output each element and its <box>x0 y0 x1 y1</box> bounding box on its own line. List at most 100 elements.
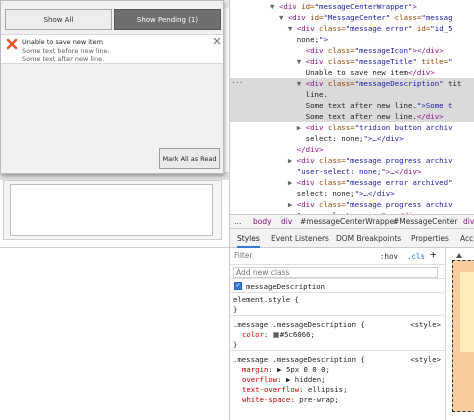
collapse-triangle-icon[interactable]: ▼ <box>270 2 279 11</box>
tab-dom-breakpoints[interactable]: DOM Breakpoints <box>336 229 401 248</box>
dom-node-line[interactable]: ▼ <div class="messageDescription" tit <box>230 78 474 89</box>
background-panel <box>3 180 222 240</box>
breadcrumb-ellipsis[interactable]: … <box>234 215 242 229</box>
dom-node-markup: <div class="messageDescription" tit <box>305 79 462 88</box>
show-all-button[interactable]: Show All <box>5 9 112 30</box>
breadcrumb-body[interactable]: body <box>253 215 272 229</box>
white-space-property-name: white-space <box>242 395 291 404</box>
dom-node-line[interactable]: ▼ <div id="MessageCenter" class="messag <box>230 12 474 23</box>
breadcrumb-message-center-wrapper[interactable]: #messageCenterWrapper <box>300 215 397 229</box>
add-class-row <box>230 265 445 279</box>
tab-event-listeners[interactable]: Event Listeners <box>271 229 329 248</box>
layout-rule-source[interactable]: <style> <box>410 355 441 365</box>
overflow-property-name: overflow <box>242 375 278 384</box>
dom-node-line[interactable]: Some text after new line.</div> <box>230 111 474 122</box>
dom-node-line[interactable]: ▶ <div class="message progress archiv <box>230 155 474 166</box>
layout-rule-selector[interactable]: .message .messageDescription { <box>233 355 365 365</box>
tab-styles[interactable]: Styles <box>237 229 260 248</box>
white-space-declaration[interactable]: white-space: pre-wrap; <box>242 395 339 405</box>
dom-node-markup: <div class="message progress archiv <box>296 156 453 165</box>
color-declaration[interactable]: color: #5c6066; <box>242 330 315 340</box>
show-pending-button[interactable]: Show Pending (1) <box>114 9 221 30</box>
dom-node-line[interactable]: select: none;">…</div> <box>230 133 474 144</box>
dom-node-markup: none;"> <box>296 35 328 44</box>
collapse-triangle-icon[interactable]: ▼ <box>297 57 306 66</box>
dom-node-line[interactable]: ▶ <div class="message progress archiv <box>230 199 474 210</box>
white-space-property-value: pre-wrap; <box>299 395 339 404</box>
elements-tree: ▼ <div id="messageCenterWrapper"> ▼ <div… <box>230 0 474 214</box>
dom-node-markup: <div class="messageIcon"></div> <box>305 46 444 55</box>
dom-node-line[interactable]: "user-select: none;">…</div> <box>230 166 474 177</box>
dom-node-line[interactable]: Unable to save new item</div> <box>230 67 474 78</box>
dom-node-line[interactable]: ▶ <div class="message error archived" <box>230 177 474 188</box>
dom-node-markup: "user-select: none;">…</div> <box>296 167 422 176</box>
dom-node-markup: <div class="tridion button archiv <box>305 123 453 132</box>
margin-property-name: margin <box>242 365 269 374</box>
expand-triangle-icon[interactable]: ▶ <box>297 123 306 132</box>
checkmark-icon: ✓ <box>236 281 241 289</box>
message-title: Unable to save new item <box>22 38 103 46</box>
more-options-dots[interactable]: ... <box>231 76 243 85</box>
dom-node-markup: </div> <box>296 145 324 154</box>
dom-node-line[interactable]: </div> <box>230 144 474 155</box>
box-model-pane <box>445 248 474 420</box>
dismiss-message-icon[interactable] <box>213 37 221 45</box>
tab-properties[interactable]: Properties <box>411 229 449 248</box>
styles-filter-input[interactable] <box>234 251 334 260</box>
margin-declaration[interactable]: margin: ▶ 5px 0 0 0; <box>242 365 330 375</box>
breadcrumb-message-center[interactable]: #MessageCenter <box>393 215 457 229</box>
overflow-declaration[interactable]: overflow: ▶ hidden; <box>242 375 326 385</box>
text-overflow-declaration[interactable]: text-overflow: ellipsis; <box>242 385 347 395</box>
box-model-content[interactable] <box>460 272 474 352</box>
dom-node-markup: <div class="message error archived" <box>296 178 453 187</box>
scroll-up-icon[interactable] <box>456 252 462 258</box>
class-checkbox-row: ✓ messageDescription <box>230 280 445 293</box>
color-rule-close: } <box>233 340 238 349</box>
breadcrumb-div[interactable]: div <box>281 215 292 229</box>
collapse-triangle-icon[interactable]: ▼ <box>297 79 306 88</box>
add-class-input[interactable] <box>233 267 438 278</box>
new-rule-icon[interactable]: + <box>430 248 437 261</box>
dom-node-line[interactable]: ▼ <div class="messageTitle" title=" <box>230 56 474 67</box>
application-panel: Show All Show Pending (1) Unable to save… <box>0 0 229 420</box>
breadcrumb-div-last[interactable]: div <box>463 215 474 229</box>
class-checkbox[interactable]: ✓ <box>234 281 242 290</box>
hover-state-toggle[interactable]: :hov <box>380 252 398 261</box>
dom-node-line[interactable]: <div class="messageIcon"></div> <box>230 45 474 56</box>
color-rule-selector[interactable]: .message .messageDescription { <box>233 320 365 330</box>
class-toggle[interactable]: .cls <box>407 252 425 261</box>
color-property-name: color <box>242 330 264 339</box>
expand-triangle-icon[interactable]: ▶ <box>288 156 297 165</box>
dom-node-markup: select: none;">…</div> <box>305 134 404 143</box>
tab-accessibility[interactable]: Acc <box>460 229 473 248</box>
message-center-popup: Show All Show Pending (1) Unable to save… <box>0 0 224 174</box>
dom-node-line[interactable]: select: none;">…</div> <box>230 188 474 199</box>
text-overflow-property-value: ellipsis; <box>307 385 348 394</box>
expand-triangle-icon[interactable]: ▶ <box>288 200 297 209</box>
dom-node-line[interactable]: ▶ <div class="tridion button archiv <box>230 122 474 133</box>
dom-node-line[interactable]: ▼ <div id="messageCenterWrapper"> <box>230 1 474 12</box>
mark-all-as-read-button[interactable]: Mark All as Read <box>159 148 220 169</box>
sidebar-tabs: Styles Event Listeners DOM Breakpoints P… <box>230 229 474 248</box>
color-swatch[interactable] <box>272 332 279 338</box>
color-rule-source[interactable]: <style> <box>410 320 441 330</box>
dom-node-line[interactable]: none;"> <box>230 34 474 45</box>
dom-node-markup: line. <box>305 90 328 99</box>
dom-node-line[interactable]: ▼ <div class="message error" id="id_5 <box>230 23 474 34</box>
dom-node-markup: <div class="message progress archiv <box>296 200 453 209</box>
expand-triangle-icon[interactable]: ▶ <box>288 178 297 187</box>
collapse-triangle-icon[interactable]: ▼ <box>288 24 297 33</box>
message-list-item[interactable]: Unable to save new item Some text before… <box>1 34 223 64</box>
layout-rule: .message .messageDescription { <style> m… <box>230 353 445 420</box>
app-bottom-divider <box>0 247 229 248</box>
dom-breadcrumb: … body div #messageCenterWrapper #Messag… <box>230 214 474 229</box>
error-icon <box>6 38 18 50</box>
dom-node-line[interactable]: line. <box>230 89 474 100</box>
collapse-triangle-icon[interactable]: ▼ <box>279 13 288 22</box>
dom-node-line[interactable]: Some text after new line.">Some t <box>230 100 474 111</box>
